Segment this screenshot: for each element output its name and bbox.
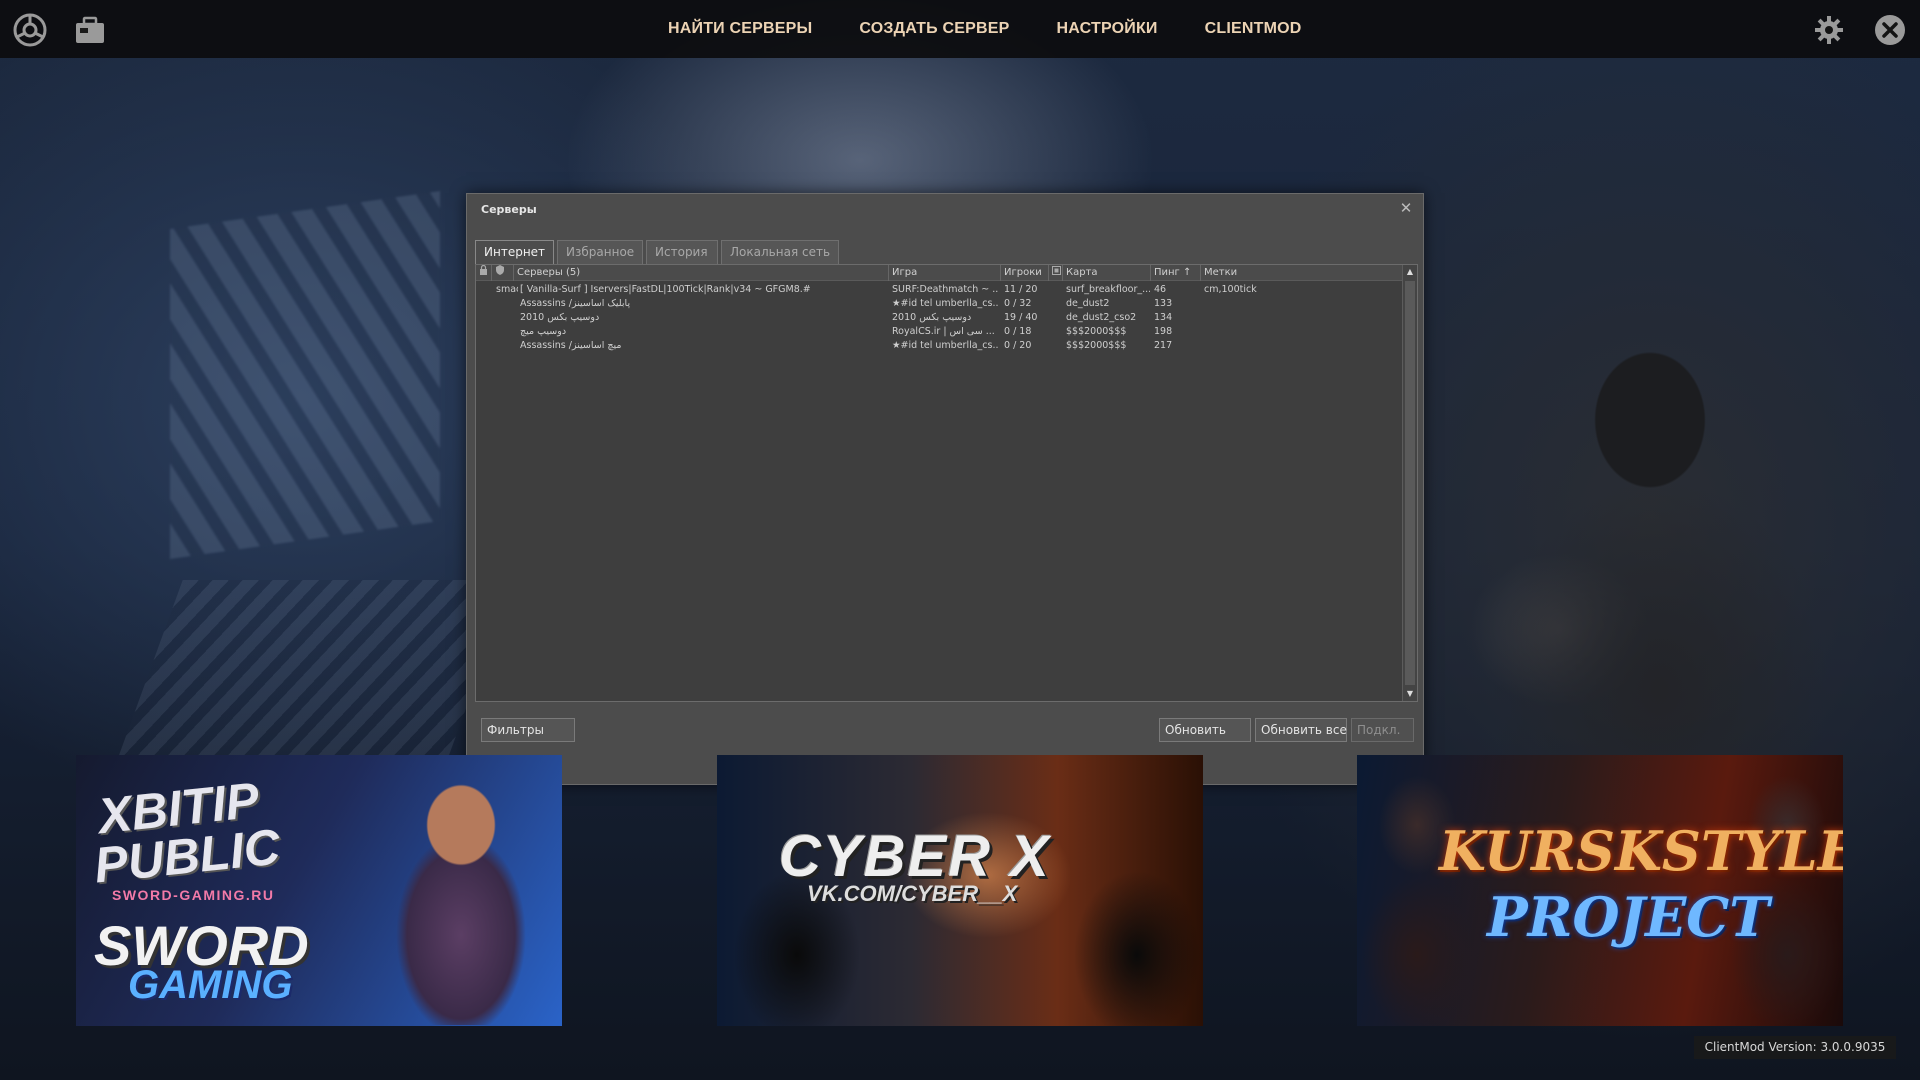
cell-name: [ Vanilla-Surf ] Iservers|FastDL|100Tick… (520, 284, 811, 295)
refresh-all-button[interactable]: Обновить все (1255, 718, 1347, 742)
banner-kurskstyle[interactable]: KURSKSTYLE PROJECT (1357, 755, 1843, 1026)
tab-history[interactable]: История (646, 240, 719, 264)
table-row[interactable]: Assassins /میچ اساسینز ★#id tel umberlla_… (476, 339, 1402, 353)
scroll-up-icon[interactable]: ▲ (1403, 265, 1417, 279)
cell-game: RoyalCS.ir | سی اس ... (892, 326, 995, 337)
cell-prefix: smac (496, 284, 518, 295)
scroll-down-icon[interactable]: ▼ (1403, 687, 1417, 701)
cell-tags (1204, 297, 1354, 311)
column-tags[interactable]: Метки (1201, 265, 1402, 281)
cell-ping: 198 (1154, 326, 1173, 337)
dialog-close-button[interactable]: ✕ (1397, 199, 1415, 217)
table-row[interactable]: smac[ Vanilla-Surf ] Iservers|FastDL|100… (476, 283, 1402, 297)
scroll-thumb[interactable] (1405, 281, 1415, 685)
banner-2-title: CYBER X (779, 824, 1051, 889)
cell-tags (1204, 311, 1354, 325)
banner-3-subtitle: PROJECT (1487, 885, 1770, 949)
banner-1-url: SWORD-GAMING.RU (112, 887, 275, 903)
cell-map: $$$2000$$$ (1066, 326, 1127, 337)
column-ping[interactable]: Пинг ↑ (1151, 265, 1201, 281)
nav-find-servers[interactable]: НАЙТИ СЕРВЕРЫ (668, 20, 812, 38)
tab-internet[interactable]: Интернет (475, 240, 555, 264)
banner-1-gaming: GAMING (128, 963, 293, 1007)
cell-ping: 217 (1154, 340, 1173, 351)
background-window-light (170, 191, 440, 559)
cell-game: ★#id tel umberlla_cs... (892, 340, 998, 351)
nav-create-server[interactable]: СОЗДАТЬ СЕРВЕР (859, 20, 1009, 38)
filters-button[interactable]: Фильтры (481, 718, 575, 742)
servers-dialog: Серверы ✕ Интернет Избранное История Лок… (466, 193, 1424, 785)
column-map[interactable]: Карта (1063, 265, 1151, 281)
tab-favorites[interactable]: Избранное (557, 240, 644, 264)
cell-name: دوسیپ میچ (520, 326, 567, 337)
column-servers[interactable]: Серверы (5) (514, 265, 889, 281)
cell-players: 0 / 20 (1004, 340, 1032, 351)
column-players[interactable]: Игроки (1001, 265, 1049, 281)
cell-prefix (496, 325, 518, 339)
cell-tags (1204, 339, 1354, 353)
server-tabs: Интернет Избранное История Локальная сет… (475, 240, 840, 264)
password-column-icon[interactable] (476, 265, 492, 281)
cell-prefix (496, 311, 518, 325)
server-list-scrollbar[interactable]: ▲ ▼ (1402, 265, 1417, 701)
cell-map: de_dust2 (1066, 298, 1110, 309)
table-row[interactable]: دوسیپ میچ RoyalCS.ir | سی اس ... 0 / 18 $$$… (476, 325, 1402, 339)
refresh-button[interactable]: Обновить (1159, 718, 1251, 742)
main-menu: НАЙТИ СЕРВЕРЫ СОЗДАТЬ СЕРВЕР НАСТРОЙКИ C… (668, 20, 1302, 38)
table-row[interactable]: دوسیپ بکس 2010 2010 دوسیپ بکس 19 / 40 de_du… (476, 311, 1402, 325)
cell-game: SURF:Deathmatch ~ ... (892, 284, 998, 295)
banner-2-url: VK.COM/CYBER__X (807, 881, 1018, 906)
cell-name: دوسیپ بکس 2010 (520, 312, 600, 323)
bots-column-icon[interactable] (1049, 265, 1063, 281)
connect-button[interactable]: Подкл. (1351, 718, 1414, 742)
tab-lan[interactable]: Локальная сеть (721, 240, 840, 264)
cell-game: 2010 دوسیپ بکس (892, 312, 972, 323)
cell-map: $$$2000$$$ (1066, 340, 1127, 351)
cell-tags (1204, 325, 1354, 339)
banner-3-title: KURSKSTYLE (1439, 819, 1843, 883)
cell-prefix (496, 297, 518, 311)
gear-icon[interactable] (1811, 12, 1847, 48)
cell-prefix (496, 339, 518, 353)
banner-sword-gaming[interactable]: XBITIP PUBLIC SWORD-GAMING.RU SWORD GAMI… (76, 755, 562, 1026)
secure-column-icon[interactable] (492, 265, 514, 281)
nav-clientmod[interactable]: CLIENTMOD (1205, 20, 1302, 38)
cell-players: 19 / 40 (1004, 312, 1038, 323)
dialog-title: Серверы (481, 203, 537, 216)
background-floor-shadow (117, 580, 513, 760)
banner-cyber-x[interactable]: CYBER X VK.COM/CYBER__X (717, 755, 1203, 1026)
banner-character-figure (376, 765, 546, 1025)
cell-map: de_dust2_cso2 (1066, 312, 1137, 323)
server-list-header: Серверы (5) Игра Игроки Карта Пинг ↑ Мет… (476, 265, 1402, 281)
cell-players: 0 / 18 (1004, 326, 1032, 337)
cell-players: 0 / 32 (1004, 298, 1032, 309)
close-icon[interactable] (1872, 12, 1908, 48)
cell-ping: 134 (1154, 312, 1173, 323)
cell-name: Assassins /پابلیک اساسینز (520, 298, 631, 309)
cell-ping: 46 (1154, 284, 1167, 295)
version-label: ClientMod Version: 3.0.0.9035 (1694, 1036, 1896, 1059)
cell-ping: 133 (1154, 298, 1173, 309)
steam-logo-icon[interactable] (12, 12, 48, 48)
cell-tags: cm,100tick (1204, 284, 1257, 295)
cell-map: surf_breakfloor_... (1066, 284, 1150, 295)
cell-name: Assassins /میچ اساسینز (520, 340, 622, 351)
nav-settings[interactable]: НАСТРОЙКИ (1057, 20, 1158, 38)
top-navigation-bar: НАЙТИ СЕРВЕРЫ СОЗДАТЬ СЕРВЕР НАСТРОЙКИ C… (0, 0, 1920, 58)
briefcase-icon[interactable] (72, 12, 108, 48)
server-list[interactable]: Серверы (5) Игра Игроки Карта Пинг ↑ Мет… (475, 264, 1418, 702)
table-row[interactable]: Assassins /پابلیک اساسینز ★#id tel umberl… (476, 297, 1402, 311)
cell-game: ★#id tel umberlla_cs... (892, 298, 998, 309)
cell-players: 11 / 20 (1004, 284, 1038, 295)
column-game[interactable]: Игра (889, 265, 1001, 281)
